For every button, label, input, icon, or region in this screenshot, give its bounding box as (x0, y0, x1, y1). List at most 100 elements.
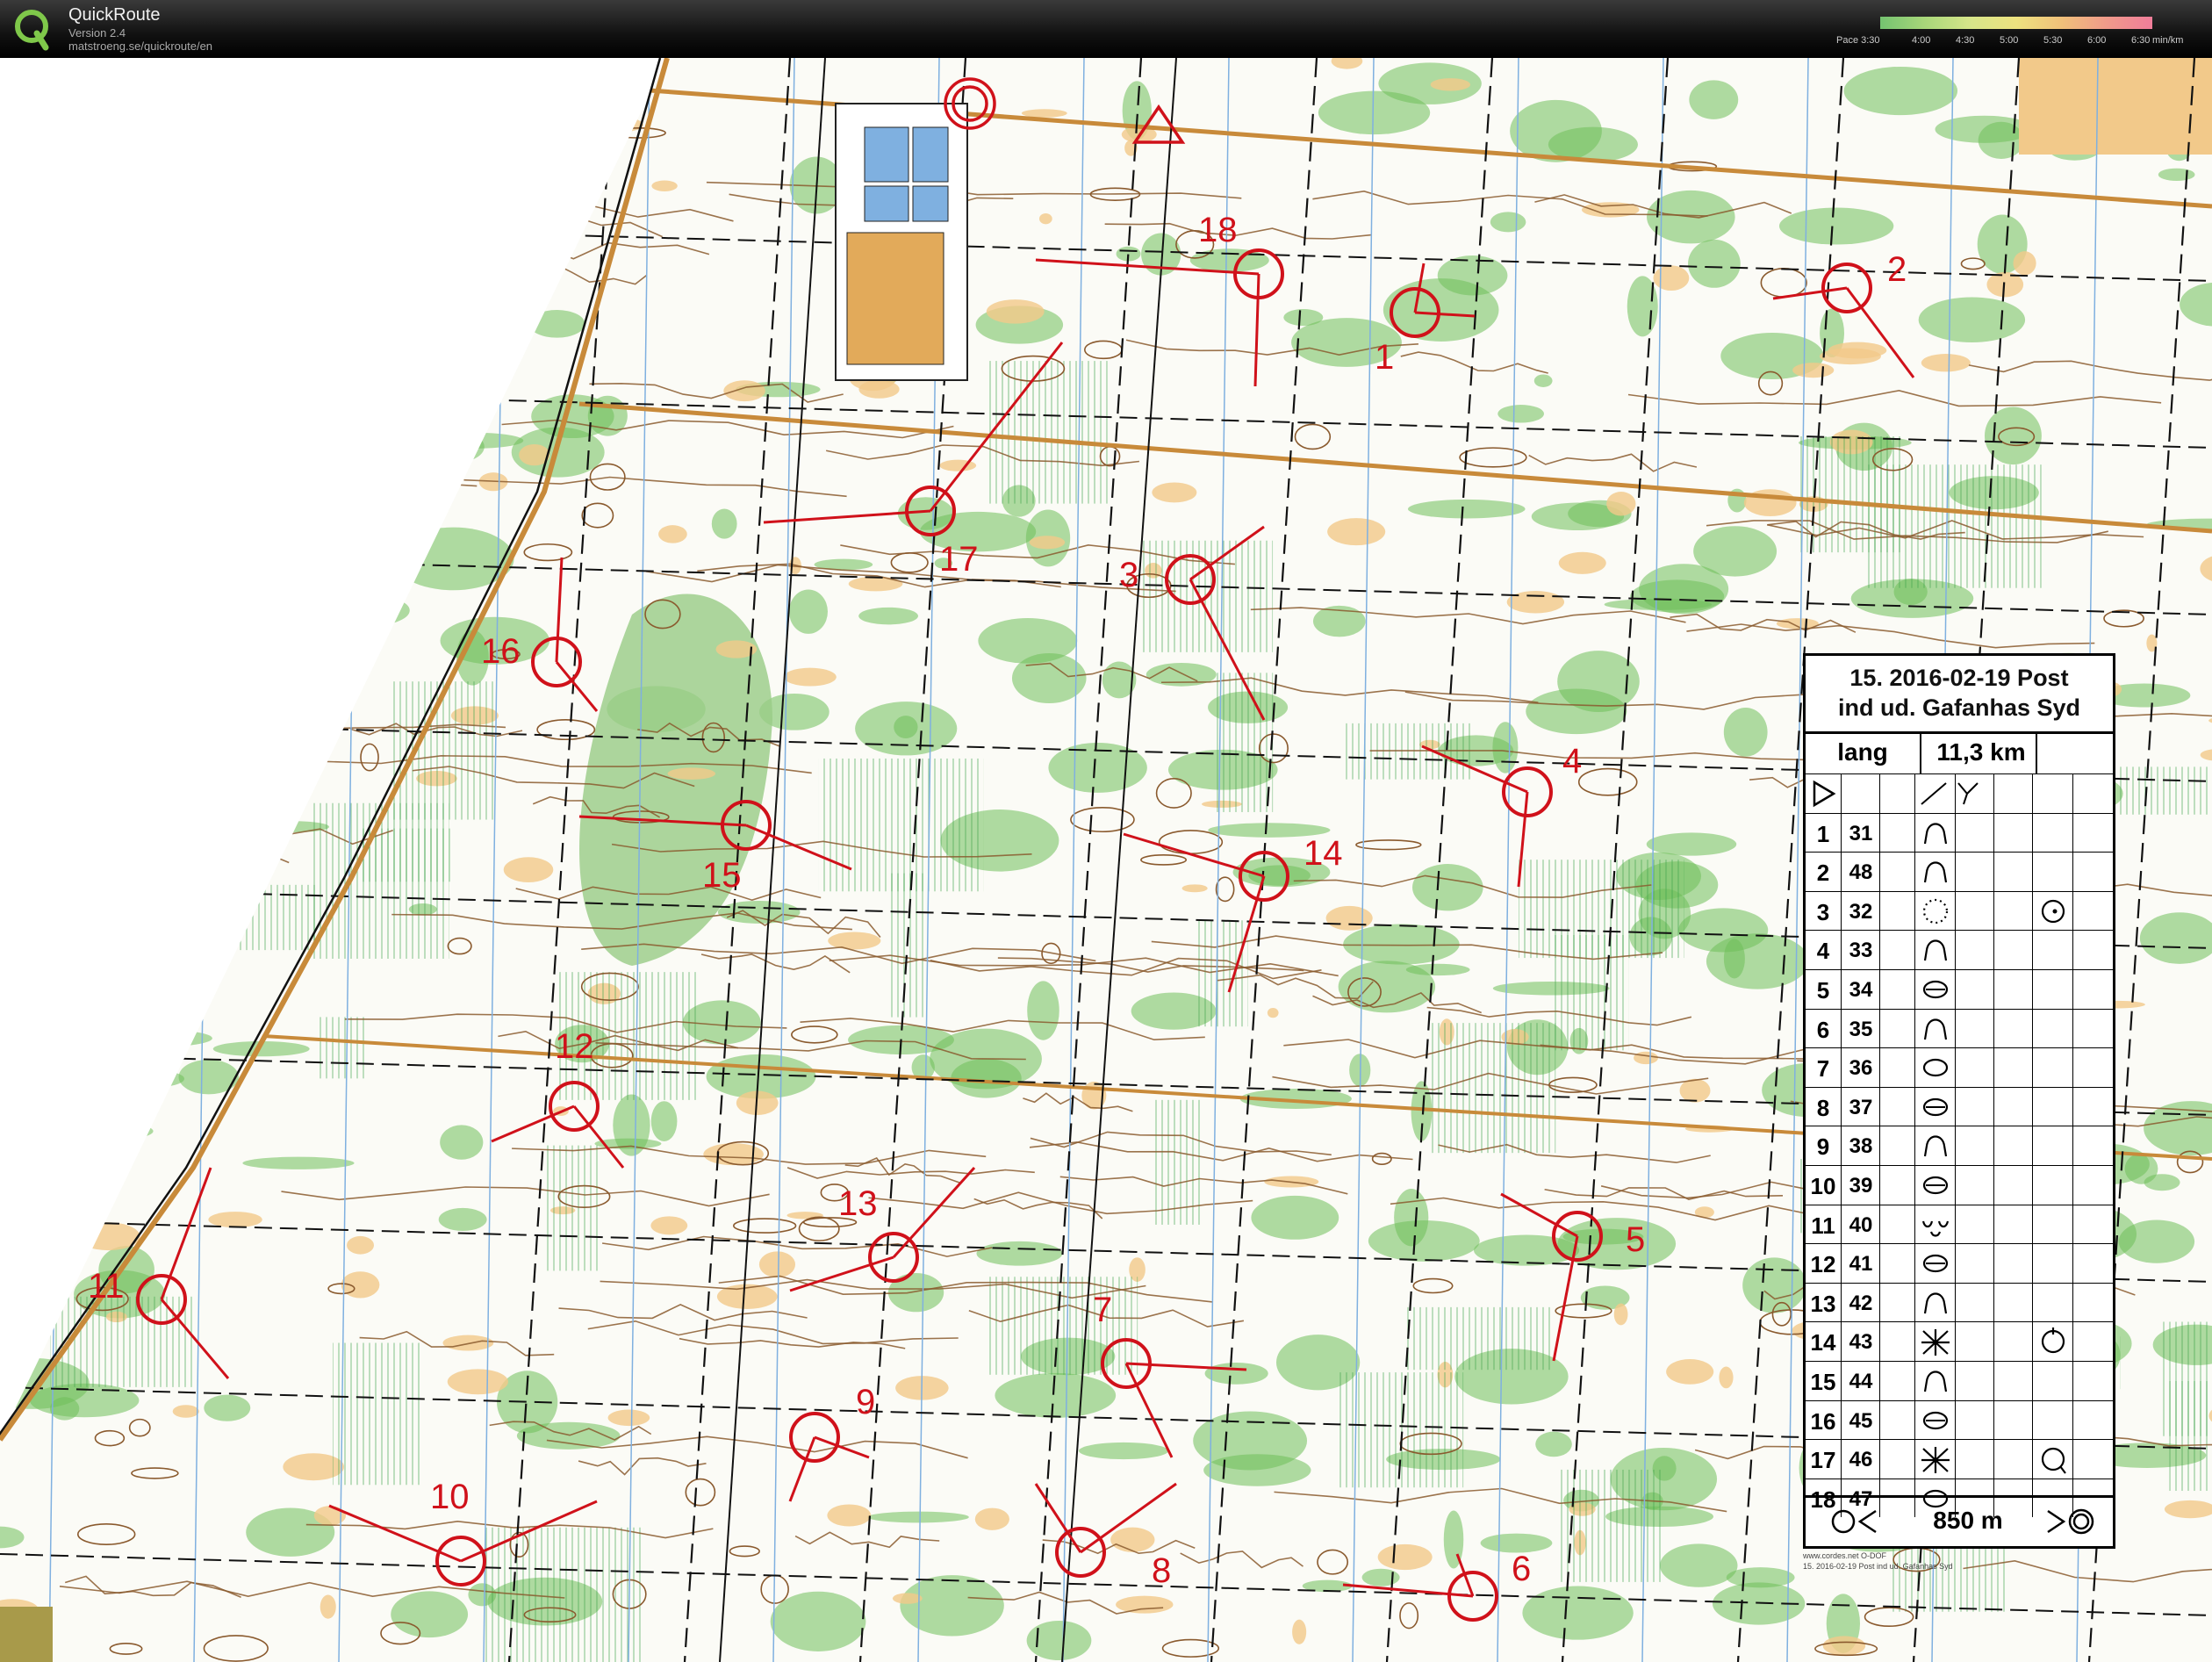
vegetation-patch (978, 617, 1078, 664)
start-triangle-icon (1813, 780, 1836, 808)
knoll-symbol-icon (1923, 1135, 1948, 1157)
vegetation-patch (1723, 708, 1768, 757)
knoll-shape (1923, 1018, 1948, 1040)
control-code: 43 (1849, 1330, 1873, 1355)
control-code: 42 (1849, 1291, 1873, 1315)
control-row: 16 45 (1806, 1399, 2113, 1440)
control-number: 10 (1810, 1173, 1836, 1199)
vegetation-patch (391, 1591, 469, 1638)
control-number-label: 9 (856, 1383, 875, 1421)
open-land-patch (1719, 1366, 1734, 1389)
marsh-area (1428, 1023, 1556, 1154)
open-land-patch (1327, 518, 1386, 546)
vegetation-patch (788, 589, 828, 634)
control-number: 6 (1816, 1016, 1830, 1043)
depression-dotted-symbol-icon (1922, 898, 1949, 924)
app-title-bar: QuickRoute Version 2.4 matstroeng.se/qui… (0, 0, 2212, 58)
pace-tick-label: 4:30 (1956, 35, 1975, 46)
control-code: 34 (1849, 978, 1873, 1002)
control-number: 5 (1816, 977, 1830, 1004)
control-row: 17 46 (1806, 1439, 2113, 1479)
vegetation-patch (1978, 121, 2024, 159)
card-title: 15. 2016-02-19 Post ind ud. Gafanhas Syd (1806, 663, 2113, 723)
vegetation-patch (242, 1156, 355, 1169)
open-land-patch (1377, 1543, 1433, 1571)
vegetation-patch (204, 1394, 251, 1421)
knoll-shape (1923, 1135, 1948, 1157)
finish-start-icon (1831, 1509, 1877, 1534)
marsh-area (544, 1145, 601, 1271)
control-row: 14 43 (1806, 1321, 2113, 1361)
control-number-label: 10 (430, 1478, 470, 1516)
vegetation-patch (1497, 405, 1544, 423)
control-number-label: 4 (1562, 742, 1582, 781)
oval-shape (1922, 1489, 1949, 1507)
marsh-area (1197, 920, 1248, 1027)
water-tank (912, 126, 949, 183)
control-number: 2 (1816, 860, 1830, 887)
open-land-patch (320, 1594, 336, 1619)
knoll-shape (1923, 1371, 1948, 1392)
control-number: 17 (1810, 1447, 1836, 1474)
vegetation-patch (1778, 207, 1894, 245)
oval-symbol-icon (1922, 1059, 1949, 1077)
marsh-area (1519, 860, 1684, 959)
open-land-patch (2013, 251, 2036, 276)
pace-legend: Pace 3:30 4:00 4:30 5:00 5:30 6:00 6:30 … (1836, 14, 2203, 53)
control-number: 11 (1811, 1212, 1835, 1239)
pit-ring-symbol-icon (1922, 1411, 1949, 1429)
vegetation-patch (1639, 564, 1729, 615)
bottom-mark-icon (2041, 1448, 2066, 1474)
pace-tick-label: 4:00 (1912, 35, 1931, 46)
control-number: 1 (1816, 820, 1830, 847)
app-name: QuickRoute (68, 5, 161, 25)
control-number-label: 17 (939, 540, 979, 579)
app-url[interactable]: matstroeng.se/quickroute/en (68, 40, 212, 53)
card-start-row (1806, 773, 2113, 813)
app-version: Version 2.4 (68, 26, 126, 40)
vegetation-patch (438, 1207, 487, 1232)
knoll-symbol-icon (1923, 939, 1948, 961)
vegetation-patch (1394, 1188, 1429, 1247)
open-land-patch (1029, 536, 1066, 550)
control-row: 9 38 (1806, 1126, 2113, 1165)
vegetation-patch (995, 1372, 1117, 1418)
location-mark-icon (2041, 899, 2065, 923)
card-course-length: 11,3 km (1936, 738, 2026, 766)
marsh-area (1213, 673, 1274, 812)
open-land-patch (827, 1504, 872, 1527)
control-code: 37 (1849, 1095, 1873, 1119)
pit-ring-symbol-icon (1922, 980, 1949, 999)
control-row: 3 32 (1806, 890, 2113, 931)
open-land-patch (658, 525, 687, 543)
vegetation-patch (1522, 1586, 1634, 1640)
pace-tick-label: 6:30 (2131, 35, 2151, 46)
control-code: 41 (1849, 1252, 1873, 1277)
vegetation-patch (1079, 1442, 1169, 1460)
vegetation-patch (1533, 374, 1553, 387)
open-land-patch (1819, 348, 1881, 365)
control-row: 10 39 (1806, 1165, 2113, 1205)
control-row: 8 37 (1806, 1086, 2113, 1126)
vegetation-patch (1412, 864, 1483, 911)
map-credit-line1: www.cordes.net O-DOF (1803, 1551, 1887, 1560)
vegetation-patch (1742, 1257, 1806, 1313)
control-number: 3 (1816, 898, 1830, 925)
control-code: 39 (1849, 1174, 1873, 1198)
finish-icon (2047, 1508, 2094, 1535)
table-grid-line (1879, 773, 1880, 1518)
control-number-label: 18 (1198, 211, 1238, 249)
dotted-circle (1922, 898, 1949, 924)
vegetation-patch (1688, 239, 1741, 288)
control-number-label: 7 (1093, 1291, 1112, 1329)
open-land-patch (503, 857, 554, 882)
control-number: 14 (1810, 1329, 1836, 1356)
open-land-patch (442, 1335, 494, 1351)
control-code: 44 (1849, 1370, 1873, 1393)
vegetation-patch (1510, 99, 1602, 162)
control-code: 48 (1849, 860, 1873, 885)
vegetation-patch (770, 1591, 866, 1651)
open-land-patch (1506, 590, 1565, 614)
open-land-patch (986, 299, 1045, 324)
pit-ring-symbol-icon (1922, 1097, 1949, 1116)
